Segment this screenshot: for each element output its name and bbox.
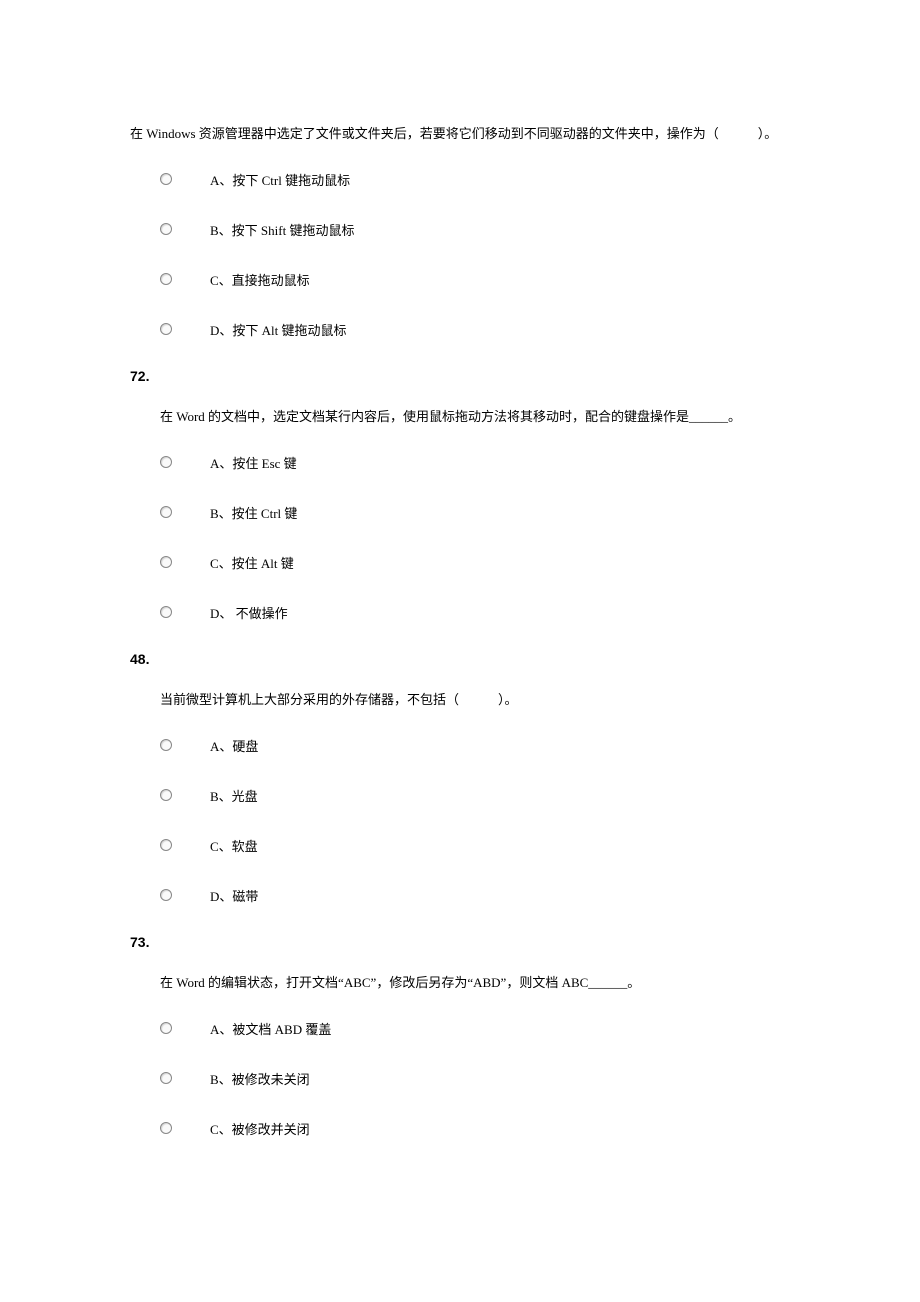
radio-icon[interactable] [160,889,172,901]
radio-icon[interactable] [160,456,172,468]
option-text: B、按住 Ctrl 键 [210,498,297,525]
radio-icon[interactable] [160,1022,172,1034]
option-text: C、按住 Alt 键 [210,548,294,575]
radio-icon[interactable] [160,1122,172,1134]
question-number: 72. [130,365,790,387]
option-text: C、软盘 [210,831,258,858]
option-row: C、被修改并关闭 [160,1114,790,1142]
question-block: 在 Windows 资源管理器中选定了文件或文件夹后，若要将它们移动到不同驱动器… [130,120,790,343]
radio-icon[interactable] [160,839,172,851]
radio-icon[interactable] [160,789,172,801]
option-text: C、被修改并关闭 [210,1114,310,1141]
option-row: D、 不做操作 [160,598,790,626]
option-row: B、按下 Shift 键拖动鼠标 [160,215,790,243]
question-block: 在 Word 的文档中，选定文档某行内容后，使用鼠标拖动方法将其移动时，配合的键… [130,403,790,626]
option-row: A、被文档 ABD 覆盖 [160,1014,790,1042]
radio-icon[interactable] [160,273,172,285]
question-number: 48. [130,648,790,670]
radio-icon[interactable] [160,173,172,185]
question-stem: 在 Word 的文档中，选定文档某行内容后，使用鼠标拖动方法将其移动时，配合的键… [160,403,790,432]
question-stem: 当前微型计算机上大部分采用的外存储器，不包括（ ）。 [160,686,790,715]
option-row: C、软盘 [160,831,790,859]
option-text: A、硬盘 [210,731,258,758]
option-text: C、直接拖动鼠标 [210,265,310,292]
radio-icon[interactable] [160,606,172,618]
option-row: A、按住 Esc 键 [160,448,790,476]
question-number: 73. [130,931,790,953]
option-row: D、磁带 [160,881,790,909]
option-row: D、按下 Alt 键拖动鼠标 [160,315,790,343]
option-text: D、 不做操作 [210,598,288,625]
radio-icon[interactable] [160,323,172,335]
radio-icon[interactable] [160,223,172,235]
radio-icon[interactable] [160,506,172,518]
option-row: B、光盘 [160,781,790,809]
option-row: C、直接拖动鼠标 [160,265,790,293]
question-stem: 在 Windows 资源管理器中选定了文件或文件夹后，若要将它们移动到不同驱动器… [130,120,790,149]
option-row: B、被修改未关闭 [160,1064,790,1092]
radio-icon[interactable] [160,739,172,751]
option-text: B、被修改未关闭 [210,1064,310,1091]
radio-icon[interactable] [160,1072,172,1084]
option-row: A、硬盘 [160,731,790,759]
option-text: A、按下 Ctrl 键拖动鼠标 [210,165,350,192]
option-text: B、光盘 [210,781,258,808]
option-text: B、按下 Shift 键拖动鼠标 [210,215,354,242]
option-text: A、被文档 ABD 覆盖 [210,1014,331,1041]
option-row: A、按下 Ctrl 键拖动鼠标 [160,165,790,193]
option-row: C、按住 Alt 键 [160,548,790,576]
option-text: D、按下 Alt 键拖动鼠标 [210,315,347,342]
option-text: A、按住 Esc 键 [210,448,297,475]
question-block: 在 Word 的编辑状态，打开文档“ABC”，修改后另存为“ABD”，则文档 A… [130,969,790,1142]
question-block: 当前微型计算机上大部分采用的外存储器，不包括（ ）。 A、硬盘 B、光盘 C、软… [130,686,790,909]
option-row: B、按住 Ctrl 键 [160,498,790,526]
option-text: D、磁带 [210,881,258,908]
question-stem: 在 Word 的编辑状态，打开文档“ABC”，修改后另存为“ABD”，则文档 A… [160,969,790,998]
radio-icon[interactable] [160,556,172,568]
